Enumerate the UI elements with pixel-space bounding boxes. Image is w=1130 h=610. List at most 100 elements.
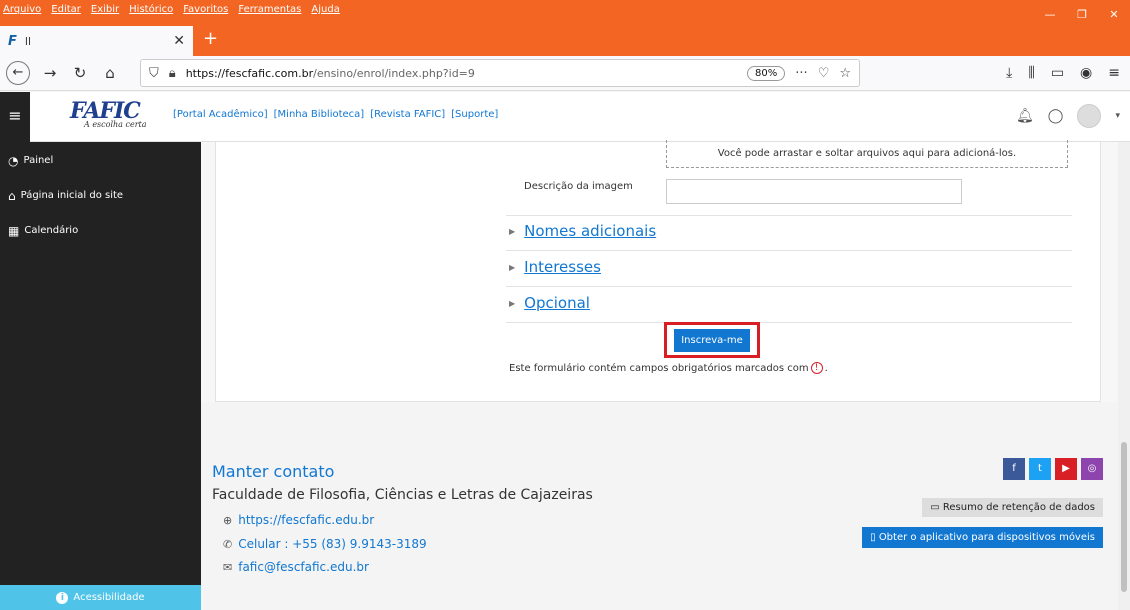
image-description-input[interactable] [666,179,962,204]
sidebar-item-label: Calendário [24,225,79,236]
bookmark-star-icon[interactable]: ☆ [839,66,851,81]
required-note-text: Este formulário contém campos obrigatóri… [509,362,809,374]
menu-ferramentas[interactable]: Ferramentas [238,4,301,15]
data-retention-button[interactable]: ▭ Resumo de retenção de dados [922,498,1103,517]
close-window-button[interactable]: ✕ [1098,0,1130,21]
link-minha-biblioteca[interactable]: [Minha Biblioteca] [274,109,365,120]
url-text: https://fescfafic.com.br/ensino/enrol/in… [186,67,475,80]
mobile-app-label: Obter o aplicativo para dispositivos móv… [878,532,1095,543]
app-menu-icon[interactable]: ≡ [1108,65,1120,81]
menu-favoritos[interactable]: Favoritos [183,4,228,15]
top-links: [Portal Acadêmico] [Minha Biblioteca] [R… [173,109,498,120]
website-link[interactable]: https://fescfafic.edu.br [238,513,374,527]
sidebar-toggle-icon[interactable]: ▭ [1051,65,1064,81]
account-icon[interactable]: ◉ [1080,65,1092,81]
sidebar-item-label: Página inicial do site [20,190,124,201]
social-links: f t ▶ ◎ [1003,458,1103,480]
sidebar-item-calendario[interactable]: ▦ Calendário [0,214,201,247]
inscreva-me-button[interactable]: Inscreva-me [674,328,750,352]
scrollbar-thumb[interactable] [1121,442,1127,592]
browser-menubar: Arquivo Editar Exibir Histórico Favorito… [0,0,1130,26]
menu-arquivo[interactable]: Arquivo [3,4,41,15]
globe-icon: ⊕ [223,513,233,527]
menu-exibir[interactable]: Exibir [91,4,119,15]
accessibility-label: Acessibilidade [73,592,145,603]
menu-ajuda[interactable]: Ajuda [311,4,339,15]
messages-icon[interactable]: ◯ [1048,108,1064,124]
sidebar-item-label: Painel [23,155,54,166]
calendar-icon: ▦ [8,223,20,238]
url-host: https://fescfafic.com.br [185,66,314,80]
toolbar-right: ⤓ ⫼ ▭ ◉ ≡ [1006,65,1124,81]
library-icon[interactable]: ⫼ [1028,65,1034,81]
link-portal-academico[interactable]: [Portal Acadêmico] [173,109,268,120]
page-scrollbar[interactable] [1118,142,1130,610]
section-title[interactable]: Interesses [524,258,601,276]
shield-icon[interactable]: ⛉ [149,66,159,81]
accessibility-button[interactable]: i Acessibilidade [0,585,201,610]
section-interesses[interactable]: ▶ Interesses [509,258,601,276]
section-title[interactable]: Nomes adicionais [524,222,656,240]
link-suporte[interactable]: [Suporte] [451,109,498,120]
window-controls: — ❐ ✕ [1034,0,1130,21]
notifications-bell-icon[interactable]: 🔔︎ [1016,108,1034,124]
footer-email[interactable]: ✉ fafic@fescfafic.edu.br [223,560,369,574]
mobile-app-button[interactable]: ▯ Obter o aplicativo para dispositivos m… [862,527,1103,548]
sidebar: ◔ Painel ⌂ Página inicial do site ▦ Cale… [0,142,201,610]
dropzone-text: Você pode arrastar e soltar arquivos aqu… [717,148,1017,159]
reload-icon[interactable]: ↻ [70,64,90,82]
link-revista-fafic[interactable]: [Revista FAFIC] [370,109,445,120]
menu-toggle-icon[interactable]: ≡ [0,92,30,142]
instagram-icon[interactable]: ◎ [1081,458,1103,480]
dashboard-icon: ◔ [8,153,19,168]
tab-close-icon[interactable]: ✕ [173,33,185,49]
lock-icon[interactable]: 🔒︎ [169,66,176,81]
divider [506,286,1072,287]
signup-form-card: Você pode arrastar e soltar arquivos aqu… [215,140,1101,402]
required-fields-note: Este formulário contém campos obrigatóri… [509,362,828,374]
section-title[interactable]: Opcional [524,294,590,312]
footer-phone[interactable]: ✆ Celular : +55 (83) 9.9143-3189 [223,537,427,551]
mail-icon: ✉ [223,560,233,574]
zoom-badge[interactable]: 80% [747,65,786,81]
phone-icon: ✆ [223,537,233,551]
section-opcional[interactable]: ▶ Opcional [509,294,590,312]
folder-icon: ▭ [930,502,940,513]
user-menu-caret-icon[interactable]: ▾ [1115,111,1120,121]
minimize-button[interactable]: — [1034,0,1066,21]
menu-historico[interactable]: Histórico [129,4,173,15]
submit-highlight: Inscreva-me [664,322,760,358]
browser-tab[interactable]: F ll ✕ [0,26,193,56]
back-icon[interactable]: ← [6,61,30,85]
new-tab-button[interactable]: + [193,26,228,56]
download-icon[interactable]: ⤓ [1006,65,1012,81]
sidebar-item-pagina-inicial[interactable]: ⌂ Página inicial do site [0,179,201,212]
favicon-icon: F [8,33,17,49]
page-actions-icon[interactable]: ··· [795,66,807,81]
youtube-icon[interactable]: ▶ [1055,458,1077,480]
twitter-icon[interactable]: t [1029,458,1051,480]
divider [506,215,1072,216]
site-logo[interactable]: FAFIC A escolha certa [70,98,165,136]
home-icon: ⌂ [8,188,16,203]
home-icon[interactable]: ⌂ [100,64,120,82]
restore-button[interactable]: ❐ [1066,0,1098,21]
phone-link[interactable]: Celular : +55 (83) 9.9143-3189 [238,537,426,551]
menu-editar[interactable]: Editar [51,4,81,15]
site-header: ≡ FAFIC A escolha certa [Portal Acadêmic… [0,92,1130,142]
site-footer: Manter contato Faculdade de Filosofia, C… [201,402,1118,610]
accessibility-icon: i [56,591,69,604]
expand-caret-icon: ▶ [509,262,516,272]
tab-title: ll [24,34,32,48]
email-link[interactable]: fafic@fescfafic.edu.br [238,560,369,574]
section-nomes-adicionais[interactable]: ▶ Nomes adicionais [509,222,656,240]
url-bar[interactable]: ⛉ 🔒︎ https://fescfafic.com.br/ensino/enr… [140,59,860,87]
forward-icon[interactable]: → [40,64,60,82]
footer-website[interactable]: ⊕ https://fescfafic.edu.br [223,513,374,527]
file-dropzone[interactable]: Você pode arrastar e soltar arquivos aqu… [666,140,1068,168]
logo-tagline: A escolha certa [84,120,147,129]
pocket-icon[interactable]: ♡ [818,66,830,81]
facebook-icon[interactable]: f [1003,458,1025,480]
sidebar-item-painel[interactable]: ◔ Painel [0,144,201,177]
avatar[interactable] [1077,104,1102,128]
